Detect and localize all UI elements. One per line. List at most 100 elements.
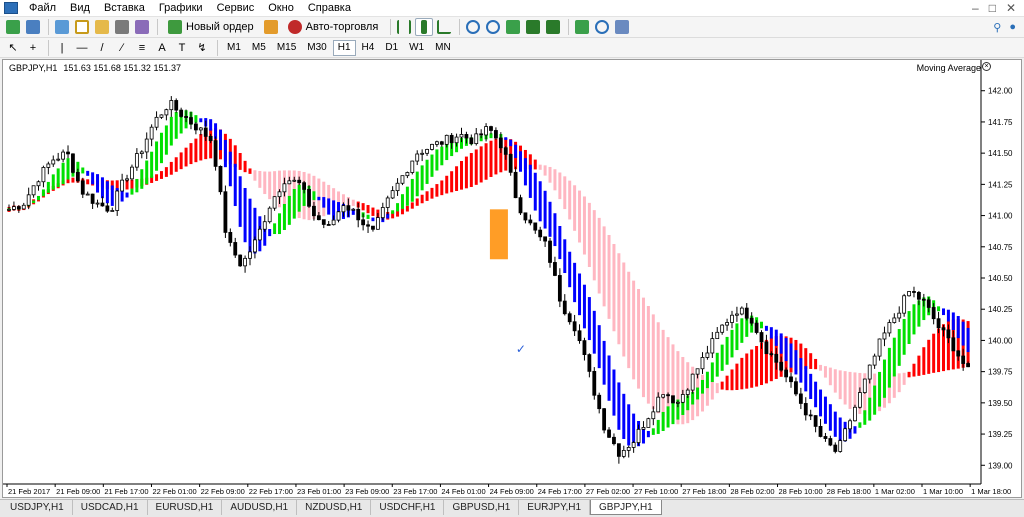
candle-body <box>410 160 415 173</box>
y-tick-label: 141.00 <box>988 212 1013 221</box>
arrows-icon: ↯ <box>197 42 207 54</box>
navigator-button[interactable] <box>93 18 111 36</box>
arrows-button[interactable]: ↯ <box>193 39 211 57</box>
timeframe-d1[interactable]: D1 <box>380 40 403 56</box>
timeframe-m5[interactable]: M5 <box>247 40 271 56</box>
autotrading-button[interactable]: Авто-торговля <box>282 18 385 36</box>
candle-body <box>312 205 316 217</box>
x-tick-label: 22 Feb 09:00 <box>201 487 245 496</box>
tab-gbpjpy-h1[interactable]: GBPJPY,H1 <box>590 500 662 515</box>
chart-shift-button[interactable] <box>544 18 562 36</box>
text-button[interactable]: A <box>153 39 171 57</box>
new-order-label: Новый ордер <box>186 21 254 33</box>
candle-body <box>661 394 666 398</box>
profiles-button[interactable] <box>24 18 42 36</box>
candle-body <box>833 444 838 452</box>
toolbar-right: ⚲ ● <box>993 21 1024 34</box>
tab-audusd-h1[interactable]: AUDUSD,H1 <box>222 500 298 515</box>
chart-window[interactable]: GBPJPY,H1 151.63 151.68 151.32 151.37 Mo… <box>2 59 1022 498</box>
tab-nzdusd-h1[interactable]: NZDUSD,H1 <box>297 500 372 515</box>
horizontal-line-button[interactable]: — <box>73 39 91 57</box>
candle-body <box>71 153 75 173</box>
candle-body <box>262 221 267 230</box>
timeframe-w1[interactable]: W1 <box>404 40 429 56</box>
candle-body <box>444 134 449 145</box>
fibonacci-button[interactable]: ≡ <box>133 39 151 57</box>
candle-body <box>498 137 503 149</box>
tab-eurusd-h1[interactable]: EURUSD,H1 <box>148 500 223 515</box>
tile-windows-button[interactable] <box>504 18 522 36</box>
timeframe-m15[interactable]: M15 <box>272 40 301 56</box>
market-watch-button[interactable] <box>53 18 71 36</box>
y-tick-label: 139.50 <box>988 399 1013 408</box>
zoom-out-button[interactable] <box>484 18 502 36</box>
timeframe-h1[interactable]: H1 <box>332 39 356 56</box>
data-window-button[interactable] <box>73 18 91 36</box>
indicators-icon <box>575 20 590 34</box>
menu-item-0[interactable]: Файл <box>22 0 63 17</box>
metaeditor-button[interactable] <box>262 18 280 36</box>
trendline-button[interactable]: / <box>93 39 111 57</box>
candlestick-icon <box>421 20 428 34</box>
tab-usdjpy-h1[interactable]: USDJPY,H1 <box>2 500 73 515</box>
candlestick-button[interactable] <box>415 18 434 36</box>
menu-item-3[interactable]: Графики <box>152 0 210 17</box>
x-tick-label: 28 Feb 10:00 <box>779 487 823 496</box>
candle-body <box>715 331 720 340</box>
y-tick-label: 141.75 <box>988 118 1013 127</box>
menu-item-6[interactable]: Справка <box>301 0 358 17</box>
timeframe-m30[interactable]: M30 <box>302 40 331 56</box>
menu-item-2[interactable]: Вставка <box>97 0 152 17</box>
candle-body <box>700 357 705 370</box>
channel-button[interactable]: ∕ <box>113 39 131 57</box>
candle-body <box>730 314 734 323</box>
tab-eurjpy-h1[interactable]: EURJPY,H1 <box>519 500 591 515</box>
candle-body <box>282 183 287 193</box>
restore-icon[interactable]: □ <box>989 1 996 15</box>
crosshair-button[interactable]: + <box>24 39 42 57</box>
autoscroll-button[interactable] <box>524 18 542 36</box>
minimize-icon[interactable]: – <box>972 1 979 15</box>
menu-bar: Файл Вид Вставка Графики Сервис Окно Справка –… <box>0 0 1024 17</box>
text-label-button[interactable]: T <box>173 39 191 57</box>
menu-item-1[interactable]: Вид <box>63 0 97 17</box>
tester-button[interactable] <box>133 18 151 36</box>
tab-usdcad-h1[interactable]: USDCAD,H1 <box>73 500 148 515</box>
x-tick-label: 28 Feb 02:00 <box>730 487 774 496</box>
candle-body <box>144 138 149 153</box>
candle-body <box>646 418 651 428</box>
tab-usdchf-h1[interactable]: USDCHF,H1 <box>371 500 445 515</box>
candle-body <box>882 332 887 340</box>
candle-body <box>26 194 31 206</box>
candle-body <box>454 136 459 144</box>
help-icon[interactable]: ● <box>1009 21 1016 34</box>
tab-gbpusd-h1[interactable]: GBPUSD,H1 <box>444 500 520 515</box>
candle-body <box>248 251 252 259</box>
templates-button[interactable] <box>613 18 631 36</box>
candle-body <box>794 381 798 395</box>
indicators-button[interactable] <box>573 18 591 36</box>
timeframe-h4[interactable]: H4 <box>357 40 380 56</box>
menu-item-5[interactable]: Окно <box>261 0 301 17</box>
menu-item-4[interactable]: Сервис <box>210 0 262 17</box>
candle-body <box>439 141 444 145</box>
line-chart-button[interactable] <box>435 18 453 36</box>
timeframe-m1[interactable]: M1 <box>222 40 246 56</box>
periods-button[interactable] <box>593 18 611 36</box>
price-chart[interactable]: 142.00 141.75 141.50 141.25 141.00 140.75 140.… <box>3 60 1021 497</box>
candle-body <box>110 210 115 212</box>
candle-body <box>208 135 213 142</box>
bar-chart-button[interactable] <box>395 18 413 36</box>
close-icon[interactable]: ✕ <box>1006 1 1016 15</box>
candle-body <box>557 275 562 302</box>
cursor-button[interactable]: ↖ <box>4 39 22 57</box>
terminal-button[interactable] <box>113 18 131 36</box>
candle-body <box>366 224 370 227</box>
vertical-line-button[interactable]: | <box>53 39 71 57</box>
separator <box>568 19 570 35</box>
new-order-button[interactable]: Новый ордер <box>162 18 260 36</box>
timeframe-mn[interactable]: MN <box>430 40 456 56</box>
zoom-in-button[interactable] <box>464 18 482 36</box>
new-chart-button[interactable] <box>4 18 22 36</box>
search-icon[interactable]: ⚲ <box>993 21 1001 34</box>
